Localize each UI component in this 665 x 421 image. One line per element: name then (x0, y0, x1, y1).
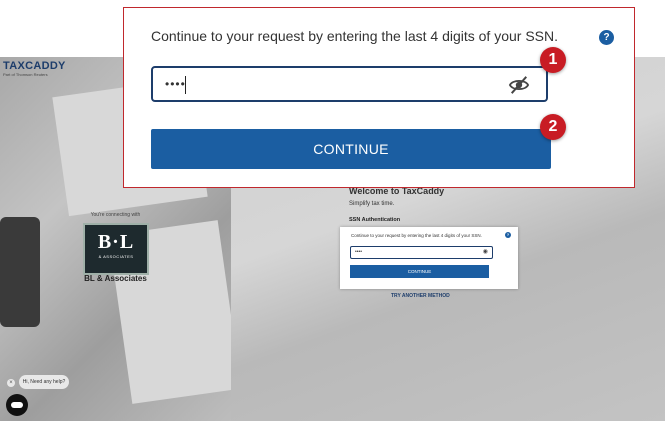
logo-subtext: Part of Thomson Reuters (3, 72, 48, 77)
mini-ssn-value: •••• (355, 249, 363, 255)
continue-button[interactable]: CONTINUE (151, 129, 551, 169)
firm-logo-sub: & ASSOCIATES (98, 254, 134, 259)
ssn-prompt: Continue to your request by entering the… (151, 28, 559, 44)
firm-name: BL & Associates (84, 274, 147, 283)
chat-close-icon[interactable]: × (7, 379, 15, 387)
help-icon[interactable]: ? (599, 30, 614, 45)
mini-ssn-input[interactable]: •••• ◉ (350, 246, 493, 259)
tagline: Simplify tax time. (349, 201, 395, 207)
mini-prompt: Continue to your request by entering the… (351, 233, 482, 238)
taxcaddy-logo: TAXCADDY Part of Thomson Reuters (3, 60, 73, 77)
mini-help-icon[interactable]: ? (505, 232, 511, 238)
eye-slash-icon[interactable] (508, 75, 530, 95)
logo-text: TAXCADDY (3, 60, 66, 72)
firm-logo: B·L & ASSOCIATES (83, 223, 149, 275)
decorative-phone (0, 217, 40, 327)
callout-badge-1: 1 (540, 47, 566, 73)
chat-bubble[interactable]: Hi, Need any help? (19, 375, 69, 389)
ssn-input[interactable]: •••• (151, 66, 548, 102)
firm-logo-mark: B·L (97, 231, 135, 253)
ssn-input-value: •••• (165, 77, 186, 91)
ssn-auth-card: Continue to your request by entering the… (123, 7, 635, 188)
connecting-text: You're connecting with (90, 212, 141, 218)
mini-auth-card: Continue to your request by entering the… (340, 227, 518, 289)
chat-icon (11, 402, 23, 408)
mini-eye-icon[interactable]: ◉ (483, 247, 488, 258)
text-caret (185, 76, 186, 94)
chat-button[interactable] (6, 394, 28, 416)
section-heading: SSN Authentication (349, 217, 401, 223)
mini-continue-button[interactable]: CONTINUE (350, 265, 489, 278)
try-another-method-link[interactable]: TRY ANOTHER METHOD (391, 293, 450, 299)
callout-badge-2: 2 (540, 114, 566, 140)
